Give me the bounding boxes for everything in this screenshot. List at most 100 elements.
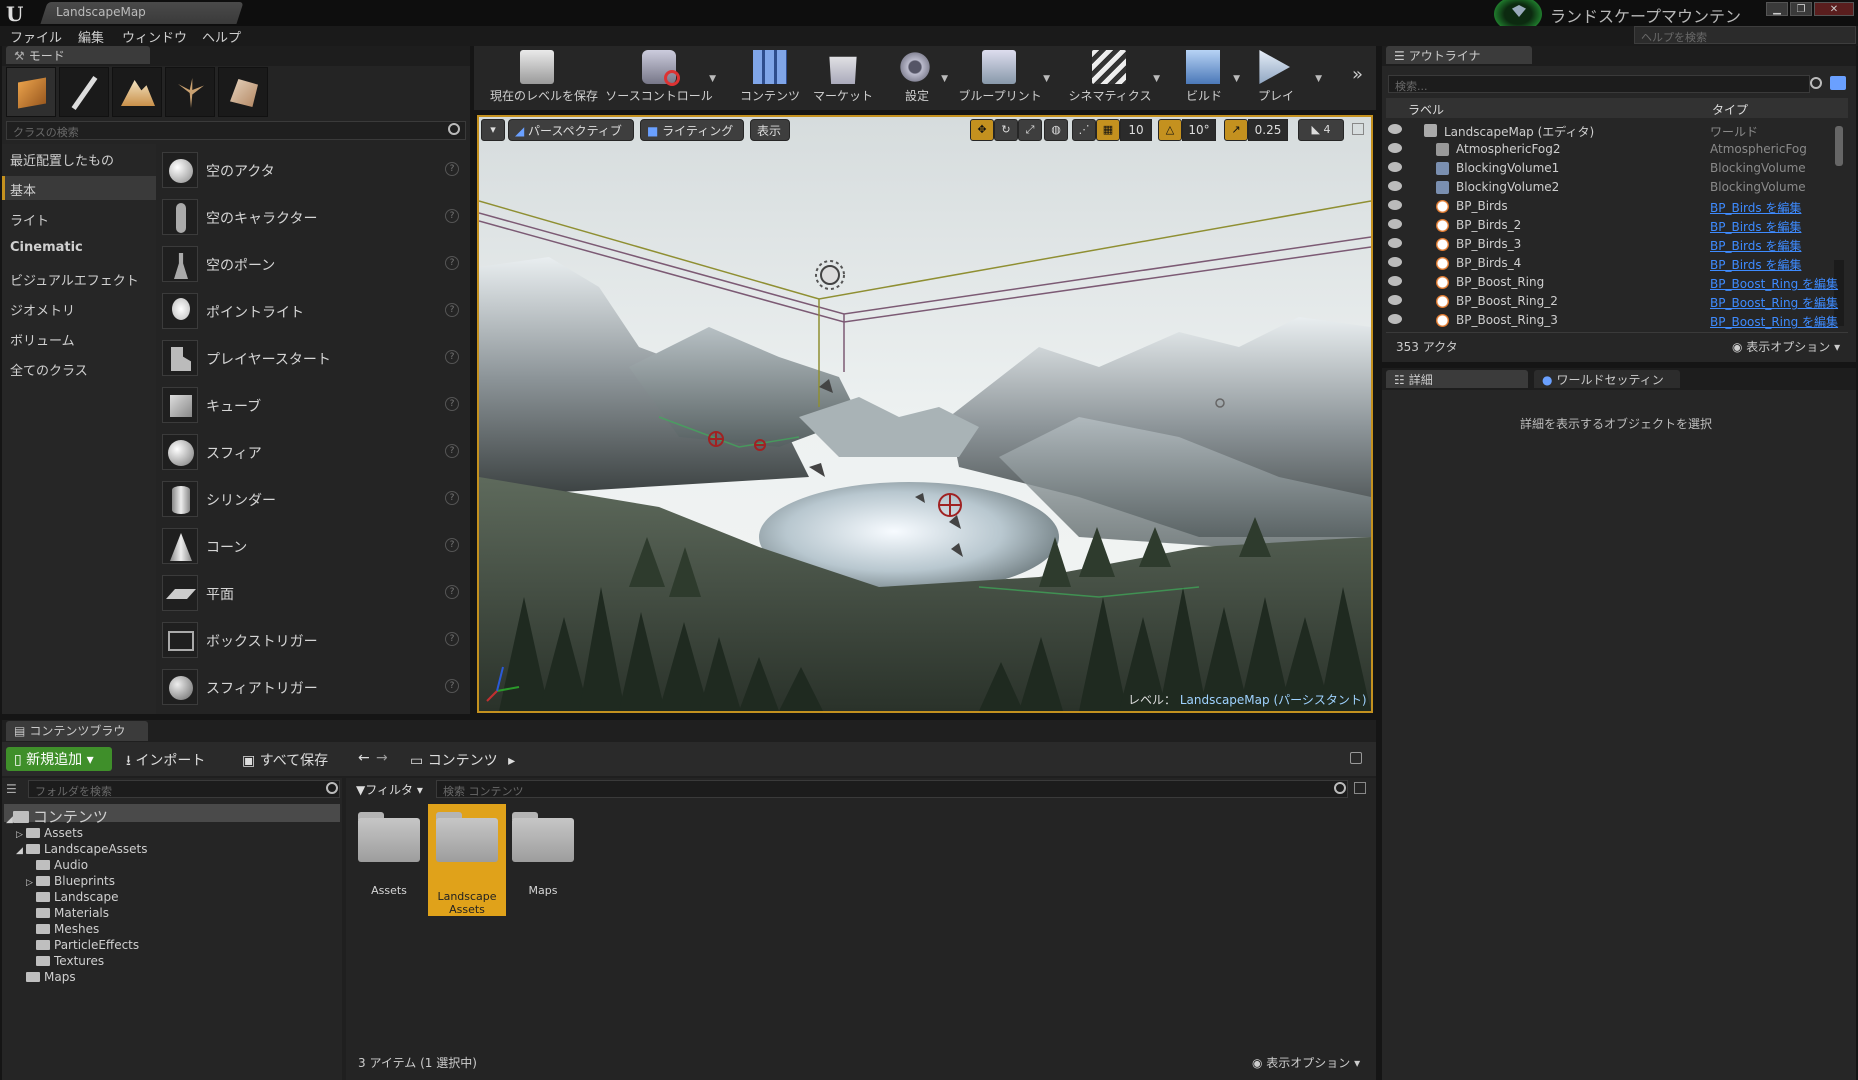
outliner-row[interactable]: BP_Boost_Ring_2 BP_Boost_Ring を編集	[1388, 292, 1850, 311]
show-button[interactable]: 表示	[750, 119, 790, 141]
scale-snap-value[interactable]: 0.25	[1248, 119, 1288, 141]
edit-blueprint-link[interactable]: BP_Birds を編集	[1710, 237, 1801, 254]
settings-button[interactable]: 設定 ▼	[884, 46, 950, 108]
folder-tile-assets[interactable]: Assets	[350, 804, 428, 916]
column-label[interactable]: ラベル	[1408, 101, 1444, 118]
menu-window[interactable]: ウィンドウ	[122, 27, 187, 46]
help-icon[interactable]: ?	[445, 538, 459, 552]
chevron-down-icon[interactable]: ▼	[1043, 74, 1050, 84]
outliner-row[interactable]: BP_Birds_3 BP_Birds を編集	[1388, 235, 1850, 254]
mode-landscape-button[interactable]	[112, 67, 162, 117]
tree-item-content[interactable]: ◢ コンテンツ	[6, 806, 108, 826]
chevron-down-icon[interactable]: ▼	[1315, 74, 1322, 84]
grid-snap-value[interactable]: 10	[1120, 119, 1152, 141]
outliner-row[interactable]: BP_Boost_Ring_3 BP_Boost_Ring を編集	[1388, 311, 1850, 330]
eye-icon[interactable]	[1388, 181, 1402, 191]
import-button[interactable]: ⭳ インポート	[126, 750, 205, 774]
help-icon[interactable]: ?	[445, 303, 459, 317]
tree-item-maps[interactable]: Maps	[16, 970, 76, 986]
edit-blueprint-link[interactable]: BP_Boost_Ring を編集	[1710, 294, 1838, 311]
outliner-search-input[interactable]: 検索...	[1388, 75, 1810, 93]
chevron-down-icon[interactable]: ▼	[1233, 74, 1240, 84]
place-item-cylinder[interactable]: シリンダー?	[162, 477, 467, 523]
viewport-options-button[interactable]: ▾	[481, 119, 505, 141]
rotate-tool-icon[interactable]: ↻	[994, 119, 1018, 141]
mode-paint-button[interactable]	[59, 67, 109, 117]
rotation-snap-icon[interactable]: △	[1158, 119, 1182, 141]
place-item-cube[interactable]: キューブ?	[162, 383, 467, 429]
category-lights[interactable]: ライト	[10, 210, 49, 229]
outliner-row[interactable]: BP_Birds_4 BP_Birds を編集	[1388, 254, 1850, 273]
eye-icon[interactable]	[1388, 219, 1402, 229]
help-icon[interactable]: ?	[445, 491, 459, 505]
mode-geometry-button[interactable]	[218, 67, 268, 117]
tree-item-materials[interactable]: Materials	[26, 906, 109, 922]
scale-snap-icon[interactable]: ↗	[1224, 119, 1248, 141]
maximize-button[interactable]: ❐	[1790, 2, 1812, 16]
edit-blueprint-link[interactable]: BP_Birds を編集	[1710, 256, 1801, 273]
chevron-down-icon[interactable]: ▼	[1153, 74, 1160, 84]
column-type[interactable]: タイプ	[1712, 101, 1748, 118]
outliner-row[interactable]: BP_Birds BP_Birds を編集	[1388, 197, 1850, 216]
perspective-button[interactable]: ◢ パースペクティブ	[508, 119, 634, 141]
world-local-icon[interactable]: ◍	[1044, 119, 1068, 141]
category-recent[interactable]: 最近配置したもの	[10, 150, 114, 169]
eye-icon[interactable]	[1388, 314, 1402, 324]
mode-place-button[interactable]	[6, 67, 56, 117]
tree-item-landscape-assets[interactable]: ◢ LandscapeAssets	[16, 842, 148, 858]
edit-blueprint-link[interactable]: BP_Birds を編集	[1710, 218, 1801, 235]
eye-icon[interactable]	[1388, 238, 1402, 248]
camera-speed-button[interactable]: ◣ 4	[1298, 119, 1344, 141]
outliner-row[interactable]: BP_Boost_Ring BP_Boost_Ring を編集	[1388, 273, 1850, 292]
category-visual-effects[interactable]: ビジュアルエフェクト	[10, 270, 139, 289]
minimize-button[interactable]: ▁	[1766, 2, 1788, 16]
maximize-viewport-icon[interactable]	[1352, 123, 1364, 135]
add-folder-icon[interactable]	[1830, 76, 1846, 90]
folder-search-input[interactable]: フォルダを検索	[28, 780, 340, 798]
tree-item-textures[interactable]: Textures	[26, 954, 104, 970]
scale-tool-icon[interactable]: ⤢	[1018, 119, 1042, 141]
help-icon[interactable]: ?	[445, 256, 459, 270]
tree-item-assets[interactable]: ▷ Assets	[16, 826, 83, 842]
save-search-icon[interactable]	[1354, 782, 1366, 794]
help-icon[interactable]: ?	[445, 397, 459, 411]
place-item-empty-character[interactable]: 空のキャラクター?	[162, 195, 467, 241]
outliner-row[interactable]: AtmosphericFog2 AtmosphericFog	[1388, 140, 1850, 159]
tree-item-meshes[interactable]: Meshes	[26, 922, 99, 938]
class-search-input[interactable]: クラスの検索	[6, 121, 466, 140]
place-item-player-start[interactable]: プレイヤースタート?	[162, 336, 467, 382]
outliner-row[interactable]: BlockingVolume2 BlockingVolume	[1388, 178, 1850, 197]
cinematics-button[interactable]: シネマティクス ▼	[1058, 46, 1162, 108]
chevron-down-icon[interactable]: ▼	[709, 74, 716, 84]
tab-details[interactable]: ☷ 詳細	[1386, 370, 1528, 388]
place-item-sphere[interactable]: スフィア?	[162, 430, 467, 476]
nav-forward-icon[interactable]: →	[376, 750, 388, 766]
rotation-snap-value[interactable]: 10°	[1182, 119, 1216, 141]
eye-icon[interactable]	[1388, 124, 1402, 134]
help-icon[interactable]: ?	[445, 632, 459, 646]
place-item-sphere-trigger[interactable]: スフィアトリガー?	[162, 665, 467, 711]
help-search-input[interactable]: ヘルプを検索	[1634, 26, 1856, 44]
eye-icon[interactable]	[1388, 200, 1402, 210]
unreal-logo-icon[interactable]: U	[6, 2, 28, 26]
outliner-view-options[interactable]: ◉ 表示オプション ▾	[1732, 338, 1840, 355]
tree-arrow-icon[interactable]: ▷	[16, 830, 26, 840]
help-icon[interactable]: ?	[445, 679, 459, 693]
tab-outliner[interactable]: ☰ アウトライナ	[1386, 46, 1532, 64]
place-item-empty-pawn[interactable]: 空のポーン?	[162, 242, 467, 288]
level-viewport[interactable]	[477, 115, 1373, 713]
folder-tile-maps[interactable]: Maps	[504, 804, 582, 916]
tree-item-blueprints[interactable]: ▷ Blueprints	[26, 874, 115, 890]
save-level-button[interactable]: 現在のレベルを保存	[490, 46, 598, 108]
content-view-options[interactable]: ◉ 表示オプション ▾	[1252, 1054, 1360, 1071]
category-all-classes[interactable]: 全てのクラス	[10, 360, 88, 379]
tab-modes[interactable]: ⚒ モード	[6, 46, 150, 64]
add-new-button[interactable]: ▯ 新規追加 ▾	[6, 747, 112, 771]
eye-icon[interactable]	[1388, 257, 1402, 267]
translate-tool-icon[interactable]: ✥	[970, 119, 994, 141]
eye-icon[interactable]	[1388, 162, 1402, 172]
category-basic[interactable]: 基本	[10, 180, 36, 199]
outliner-row[interactable]: LandscapeMap (エディタ) ワールド	[1388, 121, 1850, 140]
outliner-row[interactable]: BlockingVolume1 BlockingVolume	[1388, 159, 1850, 178]
edit-blueprint-link[interactable]: BP_Birds を編集	[1710, 199, 1801, 216]
